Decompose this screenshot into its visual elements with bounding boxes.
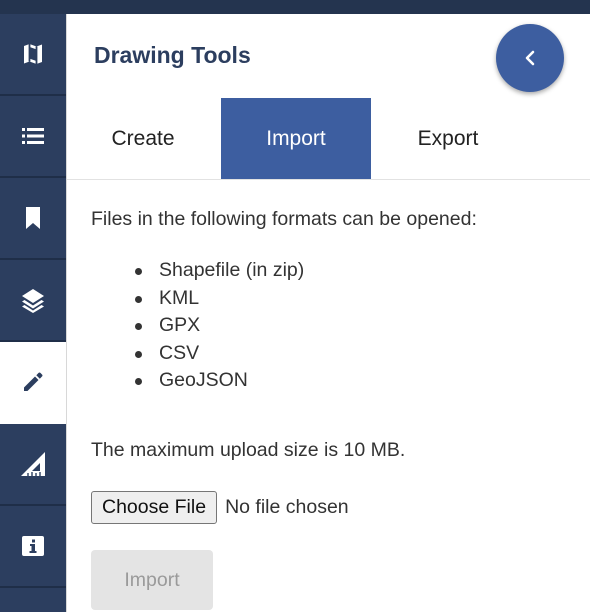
pencil-icon [24,372,43,391]
list-item: GPX [135,312,304,340]
top-bar [0,0,590,14]
choose-file-button[interactable]: Choose File [91,490,218,524]
collapse-panel-button[interactable] [496,24,564,92]
format-label: CSV [159,341,200,364]
bullet-icon [135,268,142,275]
drawing-tool-button[interactable] [0,342,66,424]
bookmark-icon [26,207,40,229]
tab-import[interactable]: Import [221,98,371,179]
info-tool-button[interactable] [0,506,66,588]
bullet-icon [135,295,142,303]
bullet-icon [135,378,142,385]
format-label: Shapefile (in zip) [159,259,305,281]
format-label: GPX [159,314,201,336]
list-item: CSV [135,340,304,368]
tab-export[interactable]: Export [373,98,523,179]
supported-formats-intro: Files in the following formats can be op… [91,208,477,230]
layers-tool-button[interactable] [0,260,66,342]
info-icon [22,536,44,556]
bullet-icon [135,350,142,358]
max-upload-size-note: The maximum upload size is 10 MB. [91,439,406,461]
import-button[interactable]: Import [91,550,213,610]
list-tool-button[interactable] [0,96,66,178]
bullet-icon [135,323,142,330]
list-item: GeoJSON [135,367,304,395]
format-label: KML [159,286,200,309]
list-item: Shapefile (in zip) [135,257,304,285]
chevron-left-icon [525,50,535,66]
tool-sidebar [0,14,66,612]
panel-header: Drawing Tools [67,14,590,98]
supported-formats-list: Shapefile (in zip) KML GPX CSV GeoJSON [135,257,304,395]
tab-bar: Create Import Export [67,98,590,180]
bookmark-tool-button[interactable] [0,178,66,260]
measure-icon [21,452,45,476]
list-icon [22,128,44,144]
map-icon [24,44,42,64]
map-tool-button[interactable] [0,14,66,96]
drawing-tools-panel: Drawing Tools Create Import Export Files… [66,14,590,612]
format-label: GeoJSON [159,369,248,391]
list-item: KML [135,285,304,313]
file-status-text: No file chosen [225,495,349,518]
file-input: Choose File No file chosen [91,490,349,524]
layers-icon [22,289,44,313]
panel-title: Drawing Tools [94,42,251,68]
measure-tool-button[interactable] [0,424,66,506]
tab-create[interactable]: Create [68,98,218,179]
